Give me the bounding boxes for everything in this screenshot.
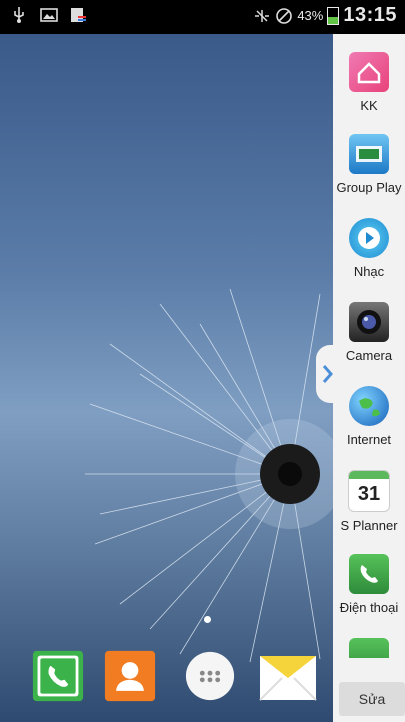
calendar-header: [349, 471, 389, 479]
kk-home-icon: [349, 52, 389, 92]
dandelion-image: [85, 288, 340, 663]
sidebar-item-music[interactable]: Nhạc: [333, 218, 405, 279]
system-status: 43% 13:15: [253, 4, 397, 27]
sidebar-item-group-play[interactable]: Group Play: [333, 134, 405, 195]
edit-button[interactable]: Sửa: [339, 682, 405, 716]
calendar-date: 31: [357, 483, 381, 505]
camera-icon: [349, 302, 389, 342]
battery-percent: 43%: [297, 8, 324, 23]
notification-icons: [10, 6, 88, 24]
battery-icon: [327, 6, 340, 25]
sidebar-item-camera[interactable]: Camera: [333, 302, 405, 363]
apps-icon: [185, 651, 235, 701]
group-play-icon: [349, 134, 389, 174]
page-indicator-dot: [204, 616, 211, 623]
dock-contacts-button[interactable]: [104, 646, 156, 706]
news-icon: [71, 8, 86, 22]
phone-icon: [349, 638, 389, 658]
sidebar-item-phone-partial[interactable]: [333, 638, 405, 658]
dock-messages-button[interactable]: [258, 646, 332, 706]
calendar-icon: 31: [348, 470, 390, 512]
phone-icon: [32, 650, 84, 702]
no-sim-icon: [276, 7, 293, 24]
internet-globe-icon: [349, 386, 389, 426]
sidebar-item-s-planner[interactable]: 31 S Planner: [333, 470, 405, 533]
clock: 13:15: [343, 4, 397, 26]
usb-icon: [14, 7, 24, 23]
chevron-right-icon: [322, 365, 333, 383]
music-icon: [349, 218, 389, 258]
status-bar: 43% 13:15: [0, 0, 405, 34]
contacts-icon: [104, 650, 156, 702]
dock-phone-button[interactable]: [32, 646, 84, 706]
gallery-icon: [40, 8, 58, 22]
silent-icon: [255, 9, 270, 22]
messages-icon: [259, 656, 317, 701]
phone-icon: [349, 554, 389, 594]
sidebar-item-phone[interactable]: Điện thoại: [333, 554, 405, 615]
sidebar-item-kk[interactable]: KK: [333, 52, 405, 113]
battery-fill: [328, 16, 339, 24]
app-sidebar: KK Group Play Nhạc Camera Internet 31 S …: [333, 34, 405, 722]
dock: [0, 646, 333, 706]
sidebar-item-internet[interactable]: Internet: [333, 386, 405, 447]
dock-apps-button[interactable]: [184, 646, 236, 706]
